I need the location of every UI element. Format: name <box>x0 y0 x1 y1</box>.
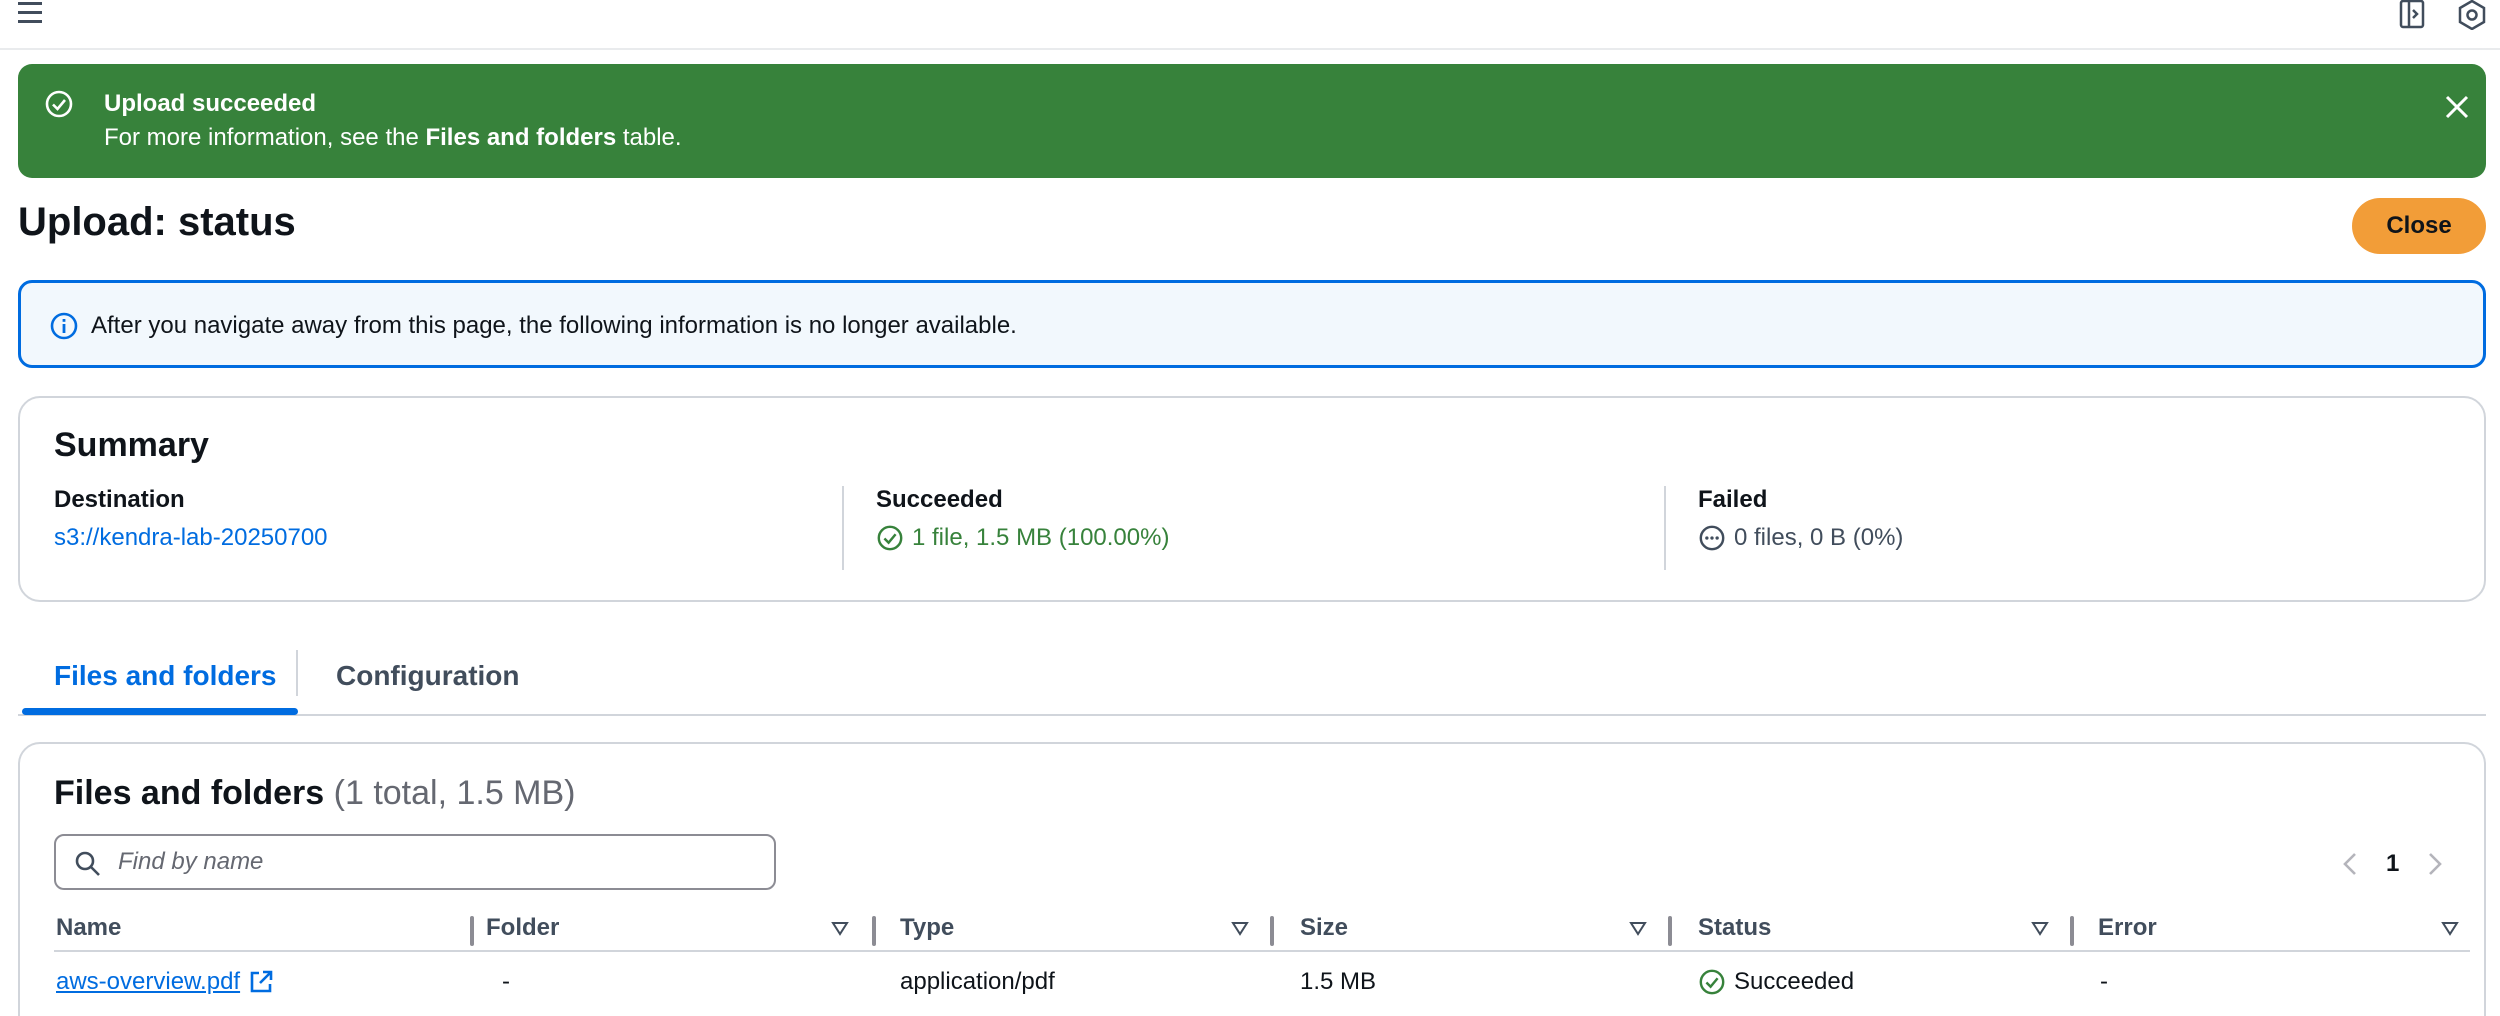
flash-title: Upload succeeded <box>104 90 317 117</box>
search-input[interactable] <box>118 844 758 880</box>
files-and-folders-card: Files and folders (1 total, 1.5 MB) 1 Na… <box>18 742 2486 1016</box>
succeeded-value: 1 file, 1.5 MB (100.00%) <box>912 524 1170 551</box>
pending-circle-icon <box>1699 525 1725 551</box>
external-link-icon[interactable] <box>248 969 274 995</box>
tab-files-and-folders[interactable]: Files and folders <box>54 660 277 692</box>
info-alert: After you navigate away from this page, … <box>18 280 2486 368</box>
active-tab-indicator <box>22 708 298 715</box>
sort-icon[interactable] <box>1628 918 1648 938</box>
close-icon[interactable] <box>2440 90 2474 124</box>
files-count: (1 total, 1.5 MB) <box>333 774 576 812</box>
column-header-folder[interactable]: Folder <box>486 914 559 942</box>
table-row: aws-overview.pdf - application/pdf 1.5 M… <box>54 954 2470 1010</box>
file-link[interactable]: aws-overview.pdf <box>56 968 240 996</box>
search-icon <box>75 851 100 876</box>
column-resizer[interactable] <box>470 916 474 946</box>
cell-name: aws-overview.pdf <box>56 968 274 996</box>
info-circle-icon <box>50 312 78 340</box>
tab-bar: Files and folders Configuration <box>18 646 2486 716</box>
column-header-size[interactable]: Size <box>1300 914 1348 942</box>
column-resizer[interactable] <box>872 916 876 946</box>
upload-success-flash: Upload succeeded For more information, s… <box>18 64 2486 178</box>
column-header-type[interactable]: Type <box>900 914 954 942</box>
summary-heading: Summary <box>54 426 209 464</box>
failed-label: Failed <box>1698 486 1768 513</box>
cell-size: 1.5 MB <box>1300 968 1377 995</box>
sort-icon[interactable] <box>2440 918 2460 938</box>
column-header-status[interactable]: Status <box>1698 914 1771 942</box>
check-circle-icon <box>1699 969 1725 995</box>
close-button[interactable]: Close <box>2352 198 2486 254</box>
sort-icon[interactable] <box>2030 918 2050 938</box>
flash-message-bold: Files and folders <box>425 124 617 151</box>
status-text: Succeeded <box>1734 968 1855 995</box>
pagination: 1 <box>2336 844 2449 884</box>
sort-icon[interactable] <box>1230 918 1250 938</box>
destination-column: Destination s3://kendra-lab-20250700 <box>54 486 328 570</box>
tab-configuration[interactable]: Configuration <box>336 660 520 692</box>
flash-message: For more information, see the Files and … <box>104 124 682 152</box>
cell-error: - <box>2100 968 2108 995</box>
chevron-left-icon[interactable] <box>2336 849 2366 879</box>
check-circle-icon <box>45 90 73 118</box>
page-number[interactable]: 1 <box>2386 850 2399 878</box>
info-text: After you navigate away from this page, … <box>91 312 1017 339</box>
summary-card: Summary Destination s3://kendra-lab-2025… <box>18 396 2486 602</box>
table-header: Name Folder Type Size Status Error <box>54 906 2470 952</box>
cell-status: Succeeded <box>1698 968 1854 996</box>
check-circle-icon <box>877 525 903 551</box>
tab-divider <box>296 650 298 696</box>
destination-label: Destination <box>54 486 185 513</box>
column-header-error[interactable]: Error <box>2098 914 2157 942</box>
column-resizer[interactable] <box>1668 916 1672 946</box>
column-resizer[interactable] <box>1270 916 1274 946</box>
failed-value: 0 files, 0 B (0%) <box>1734 524 1904 551</box>
column-resizer[interactable] <box>2070 916 2074 946</box>
flash-message-prefix: For more information, see the <box>104 124 426 151</box>
settings-hexagon-icon[interactable] <box>2456 0 2488 30</box>
cell-folder: - <box>502 968 510 995</box>
flash-message-suffix: table. <box>616 124 682 151</box>
page-title: Upload: status <box>18 200 296 244</box>
files-heading: Files and folders (1 total, 1.5 MB) <box>54 774 576 813</box>
search-field[interactable] <box>54 834 776 890</box>
destination-link[interactable]: s3://kendra-lab-20250700 <box>54 524 328 552</box>
succeeded-column: Succeeded 1 file, 1.5 MB (100.00%) <box>842 486 1169 570</box>
files-heading-title: Files and folders <box>54 774 325 812</box>
top-bar <box>0 0 2500 50</box>
cell-type: application/pdf <box>900 968 1055 995</box>
hamburger-menu-icon[interactable] <box>16 0 46 28</box>
sort-icon[interactable] <box>830 918 850 938</box>
side-panel-icon[interactable] <box>2396 0 2428 30</box>
succeeded-label: Succeeded <box>876 486 1003 513</box>
column-header-name[interactable]: Name <box>56 914 121 942</box>
chevron-right-icon[interactable] <box>2419 849 2449 879</box>
failed-column: Failed 0 files, 0 B (0%) <box>1664 486 1903 570</box>
